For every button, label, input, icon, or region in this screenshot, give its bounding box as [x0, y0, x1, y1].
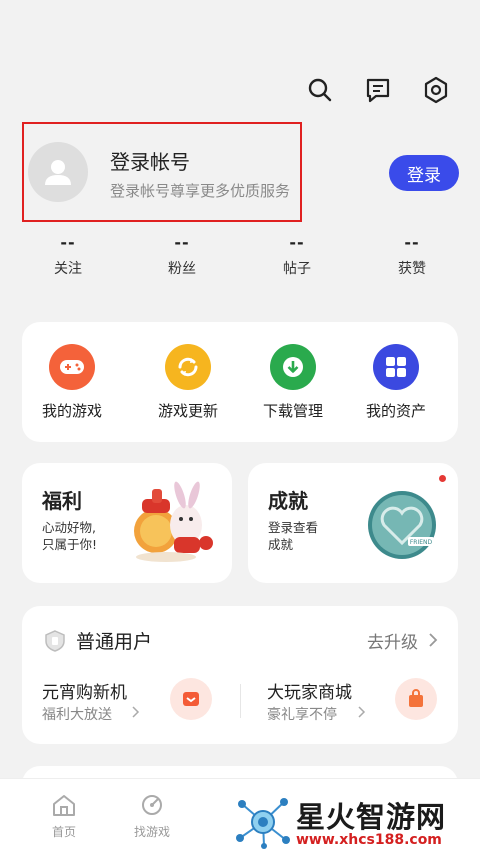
site-watermark: 星火智游网 www.xhcs188.com: [232, 790, 480, 852]
avatar: [28, 142, 88, 202]
stat-value: --: [174, 233, 190, 252]
welfare-card[interactable]: 福利 心动好物, 只属于你!: [22, 463, 232, 583]
nav-label: 首页: [51, 825, 76, 839]
achievement-title: 成就: [268, 489, 308, 513]
download-icon: [270, 344, 316, 390]
stat-value: --: [404, 233, 420, 252]
profile-login-area[interactable]: 登录帐号 登录帐号尊享更多优质服务: [22, 122, 302, 222]
user-icon: [45, 160, 71, 185]
download-manager-button[interactable]: 下载管理: [243, 344, 343, 421]
home-icon: [53, 795, 75, 816]
member-shield-icon: [45, 630, 65, 652]
welfare-title: 福利: [42, 489, 82, 513]
coupon-icon: [170, 678, 212, 720]
stat-value: --: [60, 233, 76, 252]
rabbit-gift-illustration: [134, 481, 213, 562]
stat-label: 获赞: [398, 261, 426, 277]
chevron-right-icon: [358, 706, 366, 718]
promo-title: 大玩家商城: [267, 683, 352, 703]
promo-title: 元宵购新机: [42, 683, 127, 703]
stat-likes[interactable]: -- 获赞: [367, 233, 457, 278]
friend-badge-icon: FRIEND: [368, 491, 436, 559]
stat-value: --: [289, 233, 305, 252]
membership-card: 普通用户 去升级 元宵购新机 福利大放送 大玩家商城 豪礼享不停: [22, 606, 458, 744]
top-bar: [306, 76, 450, 104]
nav-label: 找游戏: [133, 825, 170, 839]
notification-dot: [439, 475, 446, 482]
chevron-right-icon[interactable]: [428, 632, 438, 648]
welfare-line-1: 心动好物,: [42, 520, 96, 535]
find-games-icon: [142, 795, 162, 815]
login-subtitle: 登录帐号尊享更多优质服务: [110, 182, 291, 200]
promo-subtitle: 福利大放送: [42, 707, 112, 723]
game-updates-button[interactable]: 游戏更新: [138, 344, 238, 421]
login-button[interactable]: 登录: [389, 155, 459, 191]
message-icon[interactable]: [364, 76, 392, 104]
my-games-button[interactable]: 我的游戏: [22, 344, 122, 421]
gamepad-icon: [49, 344, 95, 390]
login-title: 登录帐号: [110, 150, 190, 174]
stat-label: 帖子: [283, 261, 311, 277]
watermark-url: www.xhcs188.com: [296, 832, 442, 848]
qa-label: 游戏更新: [157, 402, 218, 420]
nav-home[interactable]: 首页: [34, 793, 94, 840]
shopping-bag-icon: [395, 678, 437, 720]
stat-posts[interactable]: -- 帖子: [252, 233, 342, 278]
nav-find-games[interactable]: 找游戏: [122, 793, 182, 840]
grid-icon: [373, 344, 419, 390]
quick-actions-card: 我的游戏 游戏更新 下载管理 我的资产: [22, 322, 458, 442]
welfare-line-2: 只属于你!: [42, 537, 98, 552]
stat-label: 关注: [54, 261, 82, 277]
settings-icon[interactable]: [422, 76, 450, 104]
search-icon[interactable]: [306, 76, 334, 104]
my-assets-button[interactable]: 我的资产: [346, 344, 446, 421]
badge-text: FRIEND: [410, 539, 433, 546]
refresh-icon: [165, 344, 211, 390]
qa-label: 我的资产: [365, 402, 426, 420]
divider: [240, 684, 241, 718]
achievement-subtitle: 登录查看 成就: [268, 519, 318, 553]
member-level: 普通用户: [76, 631, 153, 653]
promo-subtitle: 豪礼享不停: [267, 707, 337, 723]
welfare-subtitle: 心动好物, 只属于你!: [42, 519, 97, 553]
upgrade-link[interactable]: 去升级: [367, 628, 418, 653]
stat-label: 粉丝: [168, 261, 196, 277]
qa-label: 我的游戏: [41, 402, 102, 420]
stat-following[interactable]: -- 关注: [23, 233, 113, 278]
chevron-right-icon: [132, 706, 140, 718]
stat-fans[interactable]: -- 粉丝: [137, 233, 227, 278]
achievement-line-1: 登录查看: [268, 520, 319, 535]
watermark-title: 星火智游网: [296, 800, 447, 834]
network-logo-icon: [236, 798, 290, 849]
achievement-card[interactable]: 成就 登录查看 成就 FRIEND: [248, 463, 458, 583]
achievement-line-2: 成就: [268, 537, 294, 552]
qa-label: 下载管理: [262, 402, 323, 420]
